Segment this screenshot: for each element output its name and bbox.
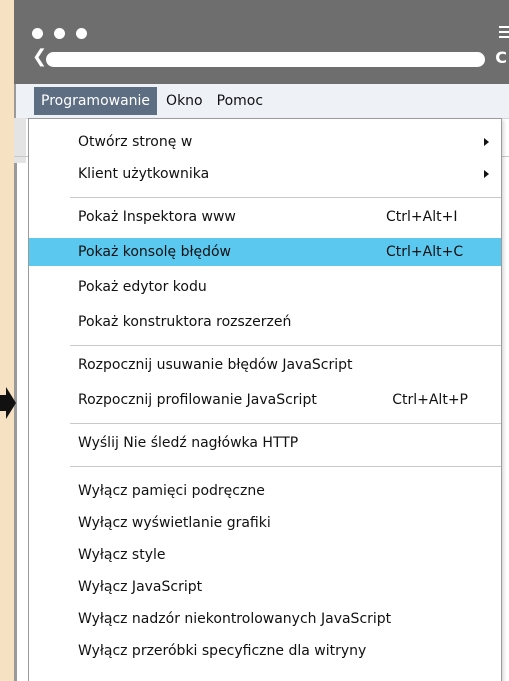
menu-item-show-code-editor[interactable]: Pokaż edytor kodu — [29, 273, 501, 301]
menu-item-label: Wyślij Nie śledź nagłówka HTTP — [78, 435, 299, 451]
reload-icon[interactable]: C — [495, 48, 507, 68]
menu-item-disable-images[interactable]: Wyłącz wyświetlanie grafiki — [29, 509, 501, 537]
menu-item-disable-javascript[interactable]: Wyłącz JavaScript — [29, 573, 501, 601]
menu-pomoc[interactable]: Pomoc — [210, 87, 270, 115]
close-window-dot[interactable] — [32, 28, 43, 39]
menu-item-disable-runaway-javascript-timer[interactable]: Wyłącz nadzór niekontrolowanych JavaScri… — [29, 605, 501, 633]
menu-bar: Programowanie Okno Pomoc — [16, 84, 509, 119]
menu-item-start-profiling-javascript[interactable]: Rozpocznij profilowanie JavaScript Ctrl+… — [29, 386, 501, 414]
menu-item-send-do-not-track[interactable]: Wyślij Nie śledź nagłówka HTTP — [29, 429, 501, 457]
submenu-arrow-icon — [484, 138, 489, 146]
menu-item-label: Pokaż edytor kodu — [78, 279, 207, 295]
menu-item-disable-site-specific-hacks[interactable]: Wyłącz przeróbki specyficzne dla witryny — [29, 637, 501, 665]
window-controls — [32, 28, 87, 39]
menu-separator — [70, 197, 501, 198]
menu-separator — [70, 466, 501, 467]
title-bar: ❮ C — [14, 0, 509, 84]
menu-item-show-web-inspector[interactable]: Pokaż Inspektora www Ctrl+Alt+I — [29, 203, 501, 231]
menu-item-show-error-console[interactable]: Pokaż konsolę błędów Ctrl+Alt+C — [29, 238, 501, 266]
menu-item-open-page-in[interactable]: Otwórz stronę w — [29, 128, 501, 156]
menu-item-label: Wyłącz wyświetlanie grafiki — [78, 515, 271, 531]
menu-item-label: Rozpocznij usuwanie błędów JavaScript — [78, 357, 353, 373]
menu-item-label: Klient użytkownika — [78, 166, 210, 182]
menu-item-label: Wyłącz nadzór niekontrolowanych JavaScri… — [78, 611, 392, 627]
programowanie-dropdown-menu: Otwórz stronę w Klient użytkownika Pokaż… — [28, 118, 502, 681]
menu-item-shortcut: Ctrl+Alt+C — [386, 244, 464, 260]
menu-item-start-debugging-javascript[interactable]: Rozpocznij usuwanie błędów JavaScript — [29, 351, 501, 379]
menu-item-label: Otwórz stronę w — [78, 134, 193, 150]
menu-item-user-agent[interactable]: Klient użytkownika — [29, 160, 501, 188]
menu-item-shortcut: Ctrl+Alt+P — [392, 392, 468, 408]
submenu-arrow-icon — [484, 170, 489, 178]
mouse-cursor-icon — [0, 387, 16, 419]
maximize-window-dot[interactable] — [76, 28, 87, 39]
menu-item-shortcut: Ctrl+Alt+I — [386, 209, 458, 225]
menu-item-label: Wyłącz pamięci podręczne — [78, 483, 265, 499]
menu-item-disable-styles[interactable]: Wyłącz style — [29, 541, 501, 569]
menu-item-label: Rozpocznij profilowanie JavaScript — [78, 392, 317, 408]
menu-item-disable-caches[interactable]: Wyłącz pamięci podręczne — [29, 477, 501, 505]
menu-okno[interactable]: Okno — [157, 87, 210, 115]
minimize-window-dot[interactable] — [54, 28, 65, 39]
menu-separator — [70, 345, 501, 346]
hamburger-menu-icon[interactable] — [499, 26, 509, 38]
menu-item-show-extension-builder[interactable]: Pokaż konstruktora rozszerzeń — [29, 308, 501, 336]
menu-item-label: Pokaż konstruktora rozszerzeń — [78, 314, 292, 330]
menu-item-label: Pokaż konsolę błędów — [78, 244, 231, 260]
menu-item-label: Wyłącz style — [78, 547, 166, 563]
menu-item-label: Wyłącz JavaScript — [78, 579, 203, 595]
menu-item-label: Wyłącz przeróbki specyficzne dla witryny — [78, 643, 367, 659]
address-bar[interactable] — [46, 52, 485, 67]
back-arrow-icon[interactable]: ❮ — [32, 47, 47, 67]
menu-item-label: Pokaż Inspektora www — [78, 209, 236, 225]
menu-separator — [70, 423, 501, 424]
menu-programowanie[interactable]: Programowanie — [34, 87, 158, 115]
